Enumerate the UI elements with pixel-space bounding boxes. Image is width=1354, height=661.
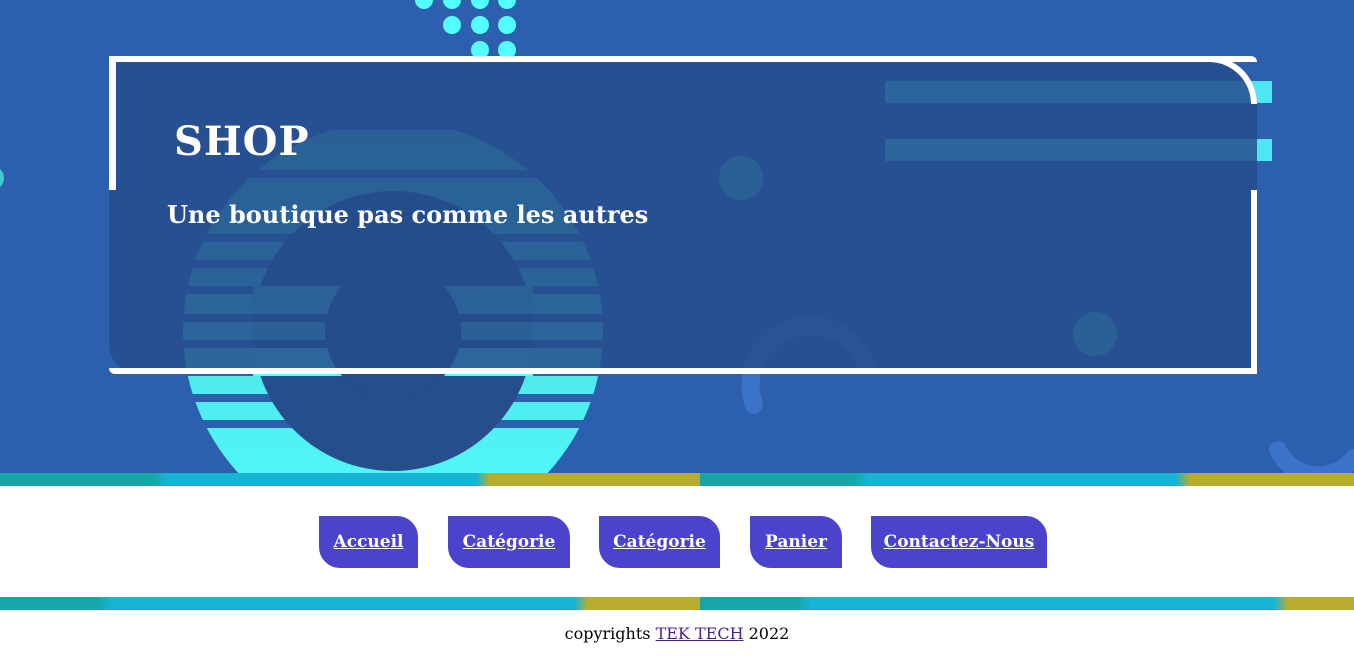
panel-border-right (1251, 190, 1257, 374)
nav-button-contact[interactable]: Contactez-Nous (870, 515, 1048, 569)
nav-button-categorie-1[interactable]: Catégorie (447, 515, 571, 569)
nav-button-categorie-2[interactable]: Catégorie (598, 515, 721, 569)
footer-year: 2022 (748, 624, 790, 643)
footer: copyrights TEK TECH 2022 (0, 624, 1354, 643)
divider-stripe-top (0, 473, 1354, 486)
panel-border-left (109, 56, 116, 190)
footer-copyright-label: copyrights (564, 624, 651, 643)
divider-stripe-bottom (0, 597, 1354, 610)
panel-border-bottom (109, 368, 1257, 374)
nav-button-accueil[interactable]: Accueil (318, 515, 419, 569)
footer-company-link[interactable]: TEK TECH (656, 624, 744, 643)
panel-border-top (109, 56, 1257, 62)
nav-button-panier[interactable]: Panier (749, 515, 843, 569)
main-nav: Accueil Catégorie Catégorie Panier Conta… (0, 486, 1354, 597)
hero-banner: SHOP Une boutique pas comme les autres (0, 0, 1354, 473)
dot-pattern (415, 0, 516, 59)
shop-subtitle: Une boutique pas comme les autres (167, 200, 649, 229)
shop-title: SHOP (174, 118, 310, 165)
